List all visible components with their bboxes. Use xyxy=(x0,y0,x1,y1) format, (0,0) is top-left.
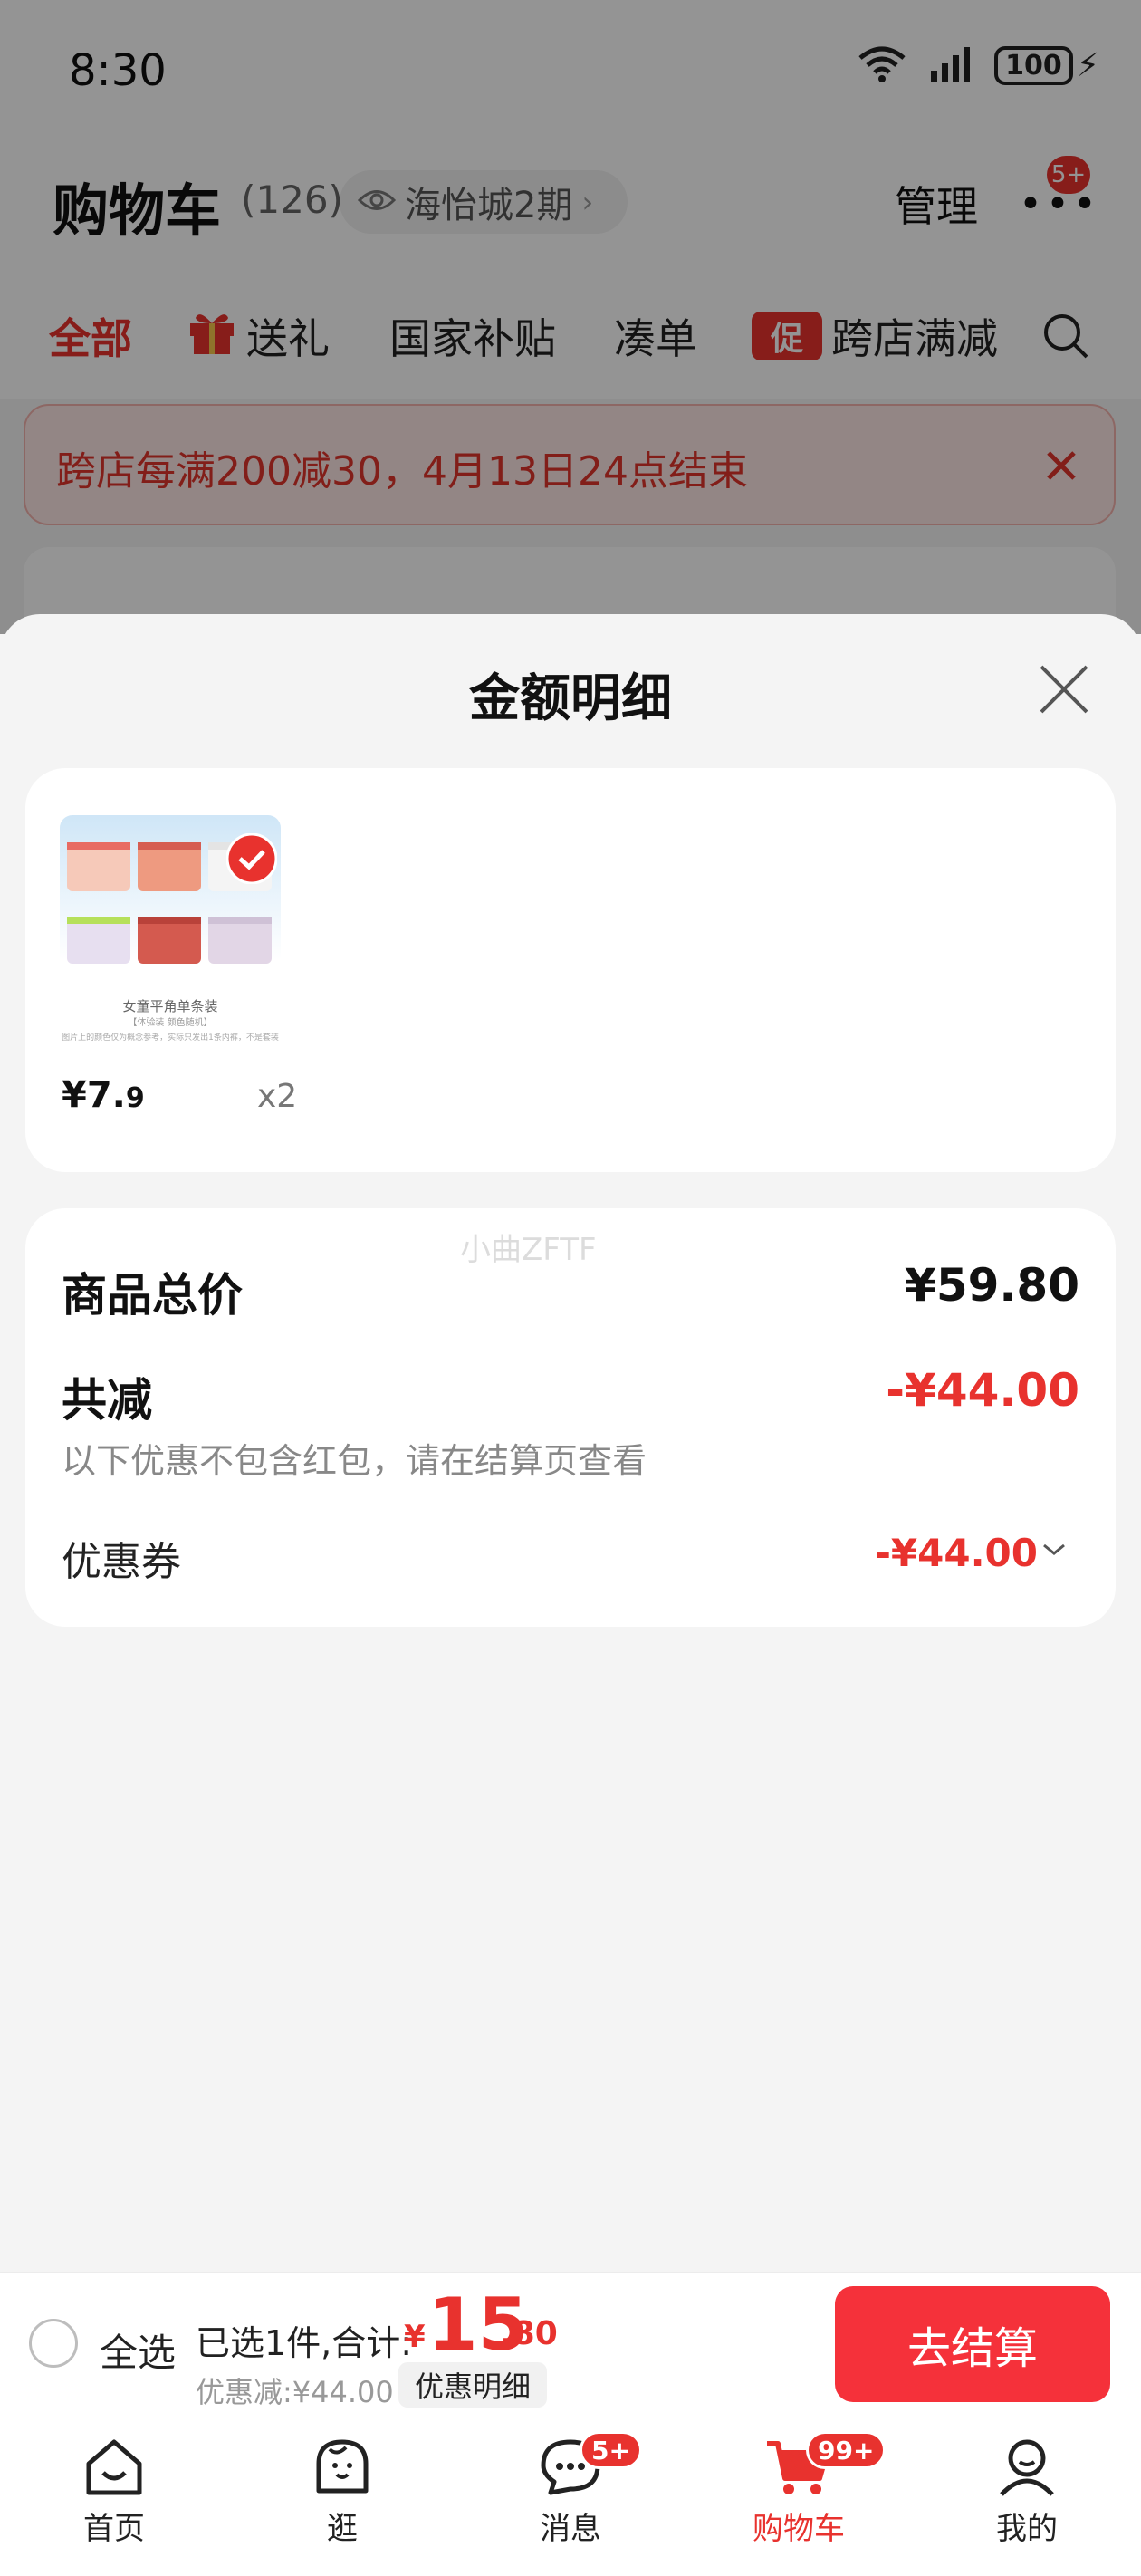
nav-badge: 99+ xyxy=(806,2431,887,2469)
total-currency: ¥ xyxy=(404,2319,426,2355)
chevron-down-icon[interactable] xyxy=(1041,1542,1067,1562)
nav-item-home[interactable]: 首页 xyxy=(42,2437,187,2548)
total-price-value: ¥59.80 xyxy=(905,1259,1079,1312)
home-icon xyxy=(42,2437,187,2502)
total-discount-value: -¥44.00 xyxy=(886,1364,1079,1417)
nav-label: 首页 xyxy=(83,2511,145,2547)
nav-badge: 5+ xyxy=(580,2431,642,2469)
checkmark-icon xyxy=(225,832,278,888)
product-image-subcaption: 【体验装 颜色随机】 xyxy=(128,1018,213,1028)
coupon-label[interactable]: 优惠券 xyxy=(62,1529,181,1587)
price-decimal: 9 xyxy=(125,1082,145,1114)
discount-detail-button[interactable]: 优惠明细 xyxy=(398,2362,548,2408)
dim-overlay[interactable] xyxy=(0,0,1141,634)
nav-item-messages[interactable]: 5+ 消息 xyxy=(498,2431,643,2548)
total-discount-label: 共减 xyxy=(62,1374,152,1427)
nav-label: 我的 xyxy=(996,2511,1058,2547)
nav-item-me[interactable]: 我的 xyxy=(954,2437,1099,2548)
discount-note: 以下优惠不包含红包，请在结算页查看 xyxy=(62,1441,647,1481)
price-main: ¥7. xyxy=(62,1074,126,1116)
nav-item-cart[interactable]: 99+ 购物车 xyxy=(726,2431,887,2548)
nav-label: 消息 xyxy=(540,2511,601,2547)
product-quantity: x2 xyxy=(257,1078,298,1115)
product-image-caption: 女童平角单条装 xyxy=(122,998,218,1014)
select-all-checkbox[interactable] xyxy=(29,2319,78,2368)
watermark: 小曲ZFTF xyxy=(460,1232,597,1268)
sheet-title: 金额明细 xyxy=(469,669,672,728)
nav-label: 购物车 xyxy=(753,2511,845,2547)
product-price: ¥7.9 xyxy=(62,1074,145,1116)
select-all-label[interactable]: 全选 xyxy=(100,2322,176,2378)
nav-label: 逛 xyxy=(327,2511,358,2547)
total-price-label: 商品总价 xyxy=(62,1269,243,1322)
browse-icon xyxy=(270,2437,415,2502)
selected-summary: 已选1件,合计: xyxy=(196,2323,413,2363)
coupon-value[interactable]: -¥44.00 xyxy=(875,1531,1038,1575)
product-image-note: 图片上的颜色仅为概念参考，实际只发出1条内裤，不是套装 xyxy=(62,1033,279,1043)
close-icon[interactable] xyxy=(1038,663,1090,719)
profile-icon xyxy=(954,2437,1099,2502)
nav-item-browse[interactable]: 逛 xyxy=(270,2437,415,2548)
checkout-button[interactable]: 去结算 xyxy=(835,2286,1110,2402)
discount-summary: 优惠减:¥44.00 xyxy=(196,2375,394,2409)
total-decimal: .80 xyxy=(500,2315,558,2352)
